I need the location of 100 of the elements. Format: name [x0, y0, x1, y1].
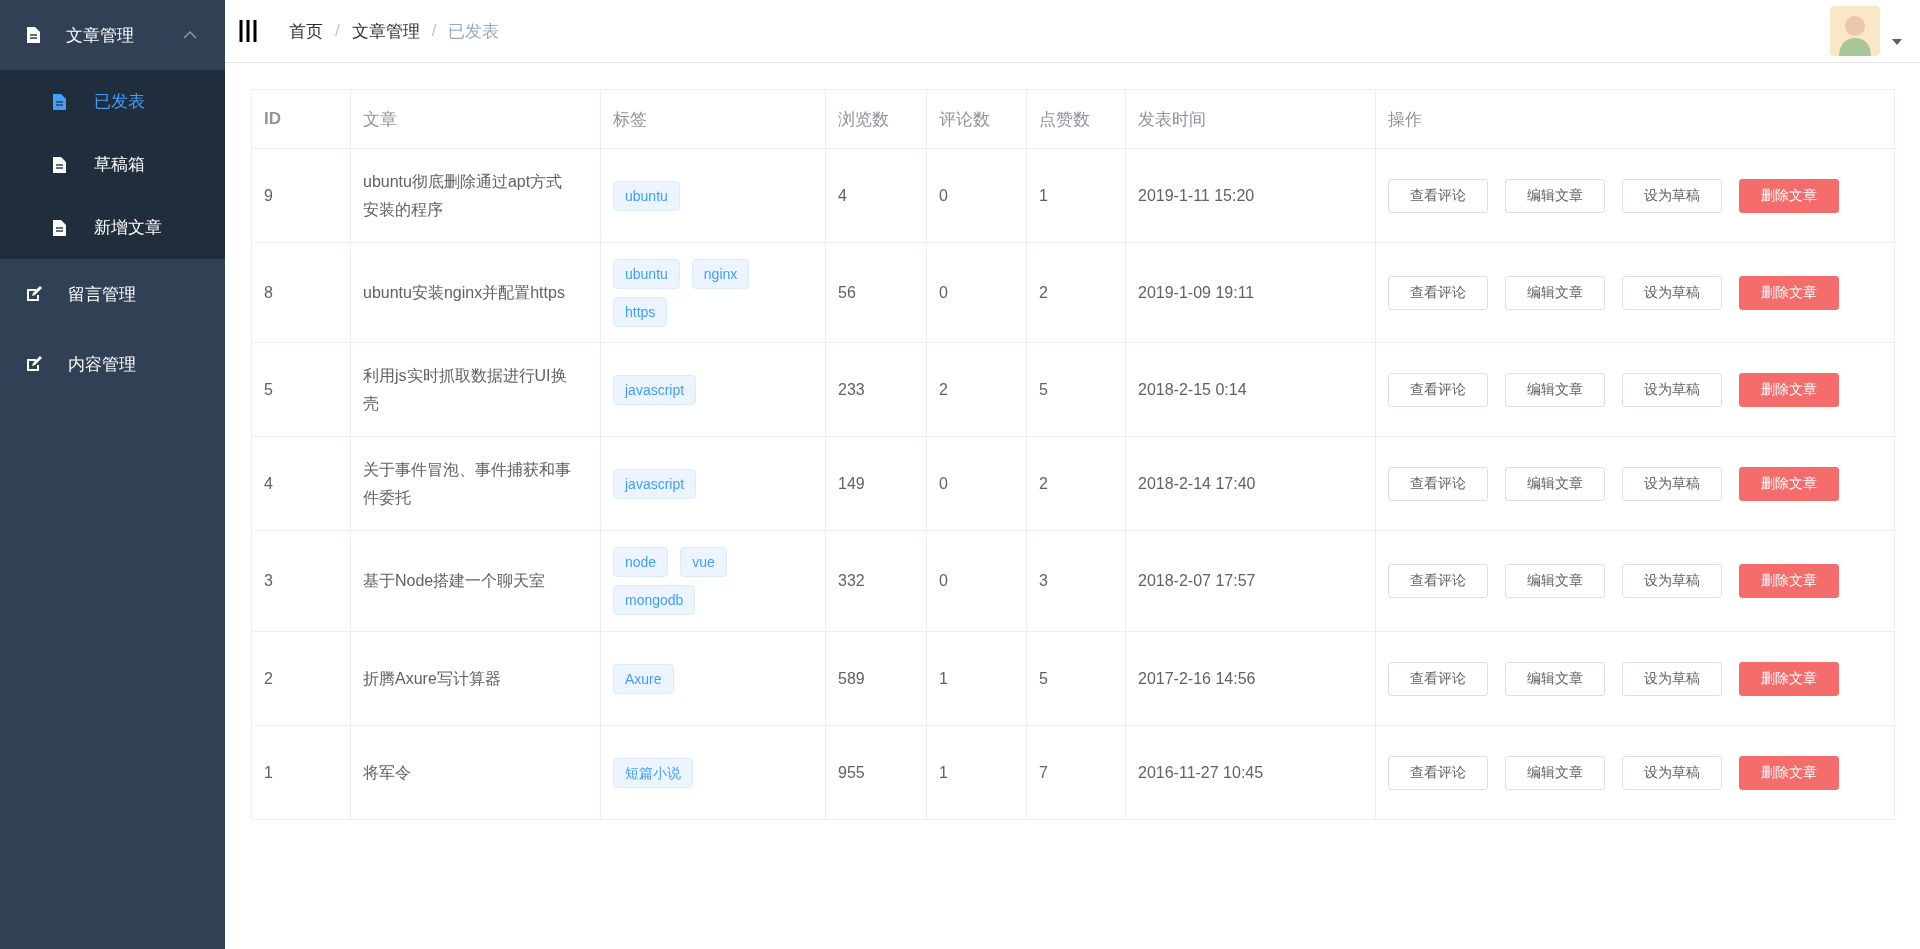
- menu-icon[interactable]: [239, 19, 257, 43]
- table-cell: 2: [1026, 242, 1126, 343]
- action-button[interactable]: 查看评论: [1388, 564, 1488, 598]
- tag: https: [613, 296, 668, 327]
- table-cell: 2018-2-07 17:57: [1125, 530, 1376, 632]
- breadcrumb-separator: /: [335, 21, 340, 41]
- action-button[interactable]: 查看评论: [1388, 178, 1488, 213]
- table-cell: 2018-2-14 17:40: [1125, 436, 1376, 531]
- tag: nginx: [691, 258, 750, 289]
- column-header: 标签: [600, 89, 826, 149]
- table-cell: 2017-2-16 14:56: [1125, 631, 1376, 726]
- action-button[interactable]: 查看评论: [1388, 466, 1488, 501]
- tag: node: [613, 547, 669, 577]
- action-button[interactable]: 设为草稿: [1622, 372, 1722, 407]
- table-cell: 5: [251, 342, 351, 437]
- action-button[interactable]: 编辑文章: [1505, 275, 1605, 310]
- table-cell: 0: [926, 530, 1027, 632]
- action-button[interactable]: 编辑文章: [1505, 564, 1605, 598]
- table-cell: 0: [926, 148, 1027, 243]
- table-cell: 5: [1026, 631, 1126, 726]
- action-button[interactable]: 设为草稿: [1622, 564, 1722, 598]
- column-header: 浏览数: [825, 89, 927, 149]
- action-button[interactable]: 设为草稿: [1622, 466, 1722, 501]
- table-cell: 2018-2-15 0:14: [1125, 342, 1376, 437]
- breadcrumb-item[interactable]: 首页: [289, 19, 323, 43]
- action-button[interactable]: 编辑文章: [1505, 466, 1605, 501]
- action-button[interactable]: 设为草稿: [1622, 275, 1722, 310]
- menu-item[interactable]: 内容管理: [0, 329, 225, 399]
- document-icon: [52, 219, 66, 236]
- submenu-item[interactable]: 已发表: [0, 70, 225, 133]
- document-icon: [52, 156, 66, 173]
- table-cell: ubuntu安装nginx并配置https: [350, 242, 601, 343]
- menu-item[interactable]: 留言管理: [0, 259, 225, 329]
- tag: vue: [680, 547, 727, 577]
- action-button[interactable]: 设为草稿: [1622, 755, 1722, 790]
- submenu-item[interactable]: 草稿箱: [0, 133, 225, 196]
- table-cell: 3: [1026, 530, 1126, 632]
- document-icon: [26, 27, 40, 43]
- edit-icon: [26, 286, 42, 302]
- action-button[interactable]: 查看评论: [1388, 372, 1488, 407]
- table-cell: 589: [825, 631, 927, 726]
- table-cell: 1: [926, 725, 1027, 820]
- action-button[interactable]: 查看评论: [1388, 275, 1488, 310]
- caret-down-icon[interactable]: [1892, 39, 1902, 45]
- table-cell: 1: [1026, 148, 1126, 243]
- column-header: 操作: [1375, 89, 1895, 149]
- edit-icon: [26, 356, 42, 372]
- table-cell: 0: [926, 436, 1027, 531]
- table-cell: 利用js实时抓取数据进行UI换壳: [350, 342, 601, 437]
- breadcrumb-item: 已发表: [448, 20, 500, 43]
- table-cell: 2: [251, 631, 351, 726]
- tag: javascript: [613, 468, 697, 499]
- table-cell: 0: [926, 242, 1027, 343]
- chevron-up-icon: [183, 31, 197, 39]
- table-cell: 1: [926, 631, 1027, 726]
- tag: mongodb: [613, 585, 696, 615]
- table-cell: 233: [825, 342, 927, 437]
- document-icon: [52, 93, 66, 110]
- action-button[interactable]: 查看评论: [1388, 661, 1488, 696]
- table-cell: 4: [825, 148, 927, 243]
- action-button[interactable]: 编辑文章: [1505, 372, 1605, 407]
- table-cell: 基于Node搭建一个聊天室: [350, 530, 601, 632]
- column-header: 点赞数: [1026, 89, 1126, 149]
- action-button[interactable]: 编辑文章: [1505, 755, 1605, 790]
- action-button[interactable]: 编辑文章: [1505, 178, 1605, 213]
- submenu-item[interactable]: 新增文章: [0, 196, 225, 259]
- table-cell: 2: [926, 342, 1027, 437]
- table-cell: 955: [825, 725, 927, 820]
- table-cell: 3: [251, 530, 351, 632]
- tag: Axure: [613, 663, 674, 694]
- column-header: 评论数: [926, 89, 1027, 149]
- table-cell: ubuntu彻底删除通过apt方式安装的程序: [350, 148, 601, 243]
- tag: javascript: [613, 374, 697, 405]
- table-cell: 4: [251, 436, 351, 531]
- column-header: 文章: [350, 89, 601, 149]
- tag: ubuntu: [613, 258, 680, 289]
- table-cell: 2019-1-09 19:11: [1125, 242, 1376, 343]
- action-button[interactable]: 编辑文章: [1505, 661, 1605, 696]
- tag: 短篇小说: [613, 757, 693, 788]
- action-button[interactable]: 设为草稿: [1622, 178, 1722, 213]
- table-cell: 149: [825, 436, 927, 531]
- table-cell: 关于事件冒泡、事件捕获和事件委托: [350, 436, 601, 531]
- action-button[interactable]: 设为草稿: [1622, 661, 1722, 696]
- breadcrumb-separator: /: [431, 21, 437, 41]
- table-cell: 332: [825, 530, 927, 632]
- table-cell: 5: [1026, 342, 1126, 437]
- table-cell: 2016-11-27 10:45: [1125, 725, 1376, 820]
- table-cell: 将军令: [350, 725, 601, 820]
- breadcrumb-item[interactable]: 文章管理: [351, 19, 420, 43]
- tag: ubuntu: [613, 180, 680, 211]
- table-cell: 9: [251, 148, 351, 243]
- action-button[interactable]: 查看评论: [1388, 755, 1488, 790]
- table-cell: 56: [825, 242, 927, 343]
- table-cell: 2: [1026, 436, 1126, 531]
- column-header: 发表时间: [1125, 89, 1376, 149]
- table-cell: 7: [1026, 725, 1126, 820]
- column-header: ID: [251, 89, 351, 149]
- menu-item[interactable]: 文章管理: [0, 0, 225, 70]
- table-cell: 8: [251, 242, 351, 343]
- table-cell: 1: [251, 725, 351, 820]
